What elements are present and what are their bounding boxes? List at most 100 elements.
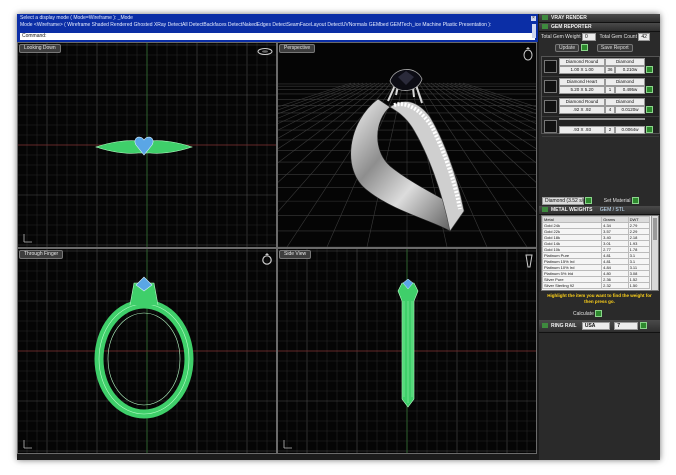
gem-thumbnail <box>544 60 557 73</box>
axis-icon <box>23 234 32 243</box>
gem-thumbnail <box>544 80 557 93</box>
gem-material: Diamond <box>605 98 645 106</box>
command-input[interactable]: Command: <box>20 33 535 40</box>
ring-perspective-icon <box>523 47 533 61</box>
viewport-title[interactable]: Side View <box>279 250 312 259</box>
ring-view-icon <box>257 48 273 55</box>
command-scrollbar[interactable] <box>532 24 536 38</box>
gem-material <box>605 118 645 120</box>
gem-size: .92 X .92 <box>559 106 605 114</box>
side-panel: VRAY RENDER GEM REPORTER Total Gem Weigh… <box>539 14 660 460</box>
viewport-through-finger[interactable]: Through Finger <box>17 248 277 454</box>
command-history[interactable]: Select a display mode ( Mode=Wireframe )… <box>17 14 538 42</box>
gem-icon <box>542 24 548 30</box>
gem-reporter-title: GEM REPORTER <box>551 24 592 30</box>
gem-size: 1.00 X 1.00 <box>559 66 605 74</box>
app-window: Select a display mode ( Mode=Wireframe )… <box>17 14 660 460</box>
ring-size-system-select[interactable]: USA <box>581 322 610 330</box>
metal-weights-header[interactable]: METAL WEIGHTS GEM / STL <box>539 206 660 215</box>
viewport-perspective[interactable]: Perspective <box>277 42 537 248</box>
ring-icon <box>542 323 548 329</box>
ring-rail-title: RING RAIL <box>551 323 577 329</box>
ring-rail-header[interactable]: RING RAIL USA 7 <box>539 320 660 333</box>
ring-rendered-view <box>350 69 465 232</box>
ring-side-icon <box>525 254 533 268</box>
gem-material: Diamond <box>605 78 645 86</box>
gem-name: Diamond Heart <box>559 78 605 86</box>
gem-thumbnail <box>544 100 557 113</box>
set-material-check-icon[interactable] <box>631 197 639 205</box>
gem-thumbnail <box>544 120 557 133</box>
update-check-icon[interactable] <box>580 44 588 52</box>
axis-icon <box>283 440 292 449</box>
metal-name: Silver Sterling 92 <box>542 282 603 289</box>
gem-select-icon[interactable] <box>646 86 653 93</box>
ring-top-view <box>95 136 193 156</box>
gem-row[interactable]: Diamond Heart Diamond 5.20 X 5.20 1 0.495w <box>542 77 659 97</box>
viewport-title[interactable]: Perspective <box>279 44 316 53</box>
metal-dwt: 1.50 <box>627 282 651 289</box>
total-gem-weight-value: 0 <box>582 33 597 41</box>
gem-count: 36 <box>605 66 615 74</box>
gem-weight: 0.0064w <box>615 126 645 134</box>
gem-material-select[interactable]: Diamond (3.52 s/g) <box>542 197 588 205</box>
gem-name: Diamond Round <box>559 58 605 66</box>
viewport-side-view[interactable]: Side View <box>277 248 537 454</box>
total-gem-count-value: 42 <box>638 33 650 41</box>
gem-reporter-header[interactable]: GEM REPORTER <box>539 23 660 32</box>
gem-weight: 0.495w <box>615 86 645 94</box>
calculate-go-icon[interactable] <box>595 310 603 317</box>
command-prompt-options[interactable]: Mode <Wireframe> ( Wireframe Shaded Rend… <box>20 22 535 29</box>
gem-material-value: Diamond <box>545 198 566 204</box>
ring-side-view <box>397 279 419 408</box>
gem-name: Diamond Round <box>559 98 605 106</box>
gem-stl-tab[interactable]: GEM / STL <box>600 207 625 213</box>
gem-row[interactable]: Diamond Round Diamond .92 X .92 4 0.0120w <box>542 97 659 117</box>
close-icon[interactable]: × <box>531 16 536 21</box>
gem-count: 2 <box>605 126 615 134</box>
gem-count: 1 <box>605 86 615 94</box>
metal-weights-list[interactable]: Metal Grams DWT Gold 24k 4.34 2.79 Gold 22k… <box>541 215 659 291</box>
gem-weight: 0.0120w <box>615 106 645 114</box>
save-report-button[interactable]: Save Report <box>596 44 633 52</box>
dropdown-arrow-icon[interactable] <box>585 197 593 205</box>
update-button[interactable]: Update <box>555 44 580 52</box>
gem-select-icon[interactable] <box>646 66 653 73</box>
calculate-button[interactable]: Calculate <box>573 311 594 317</box>
gem-material-weight: (3.52 s/g) <box>566 198 588 204</box>
ring-front-view <box>94 276 194 419</box>
gem-select-icon[interactable] <box>646 126 653 133</box>
set-material-button[interactable]: Set Material <box>604 198 631 204</box>
vray-render-header[interactable]: VRAY RENDER <box>539 14 660 23</box>
metal-grams: 2.32 <box>601 282 629 289</box>
gem-count: 4 <box>605 106 615 114</box>
gem-list: Diamond Round Diamond 1.00 X 1.00 36 0.210w D… <box>541 56 660 137</box>
metal-weights-table: Metal Grams DWT Gold 24k 4.34 2.79 Gold 22k… <box>542 216 651 289</box>
metal-weights-title: METAL WEIGHTS <box>551 207 593 213</box>
ring-size-select[interactable]: 7 <box>614 322 639 330</box>
total-gem-weight-label: Total Gem Weight <box>541 34 581 40</box>
total-gem-count-label: Total Gem Count <box>599 34 637 40</box>
vray-render-title: VRAY RENDER <box>551 15 587 21</box>
ring-rail-go-icon[interactable] <box>639 322 647 330</box>
metal-icon <box>542 207 548 213</box>
gem-size: .93 X .93 <box>559 126 605 134</box>
render-icon <box>542 15 548 21</box>
gem-size: 5.20 X 5.20 <box>559 86 605 94</box>
axis-icon <box>23 440 32 449</box>
ring-front-icon <box>262 253 272 265</box>
viewport-title[interactable]: Through Finger <box>19 250 64 259</box>
metal-weights-hint: Highlight the item you want to find the … <box>547 293 652 304</box>
metal-list-scrollbar[interactable] <box>651 216 658 290</box>
gem-row[interactable]: Diamond Round Diamond 1.00 X 1.00 36 0.210w <box>542 57 659 77</box>
viewport-looking-down[interactable]: Looking Down <box>17 42 277 248</box>
gem-material: Diamond <box>605 58 645 66</box>
gem-name <box>559 118 605 120</box>
command-history-line: Select a display mode ( Mode=Wireframe )… <box>20 15 133 21</box>
gem-weight: 0.210w <box>615 66 645 74</box>
metal-row[interactable]: Silver Sterling 92 2.32 1.50 <box>542 282 651 289</box>
gem-select-icon[interactable] <box>646 106 653 113</box>
scrollbar-thumb[interactable] <box>653 218 657 240</box>
gem-row[interactable]: .93 X .93 2 0.0064w <box>542 117 659 137</box>
viewport-title[interactable]: Looking Down <box>19 44 61 53</box>
